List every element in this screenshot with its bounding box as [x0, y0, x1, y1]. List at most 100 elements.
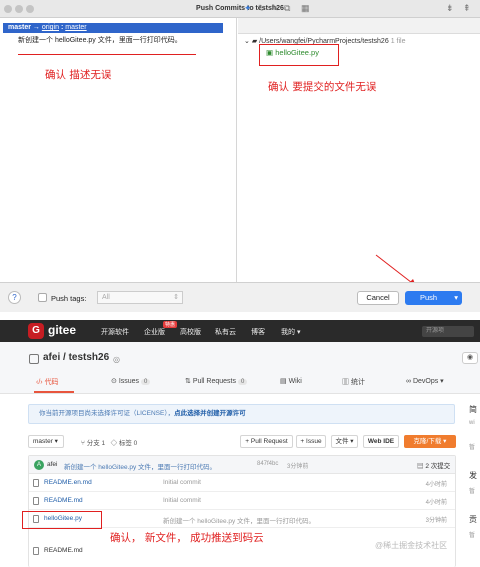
minimize-window-button[interactable]	[15, 5, 23, 13]
python-file-icon: ▣	[266, 48, 274, 57]
nav-mine[interactable]: 我的 ▾	[281, 327, 300, 337]
tag-icon: ◇	[110, 440, 118, 447]
new-pull-request-button[interactable]: + Pull Request	[240, 435, 293, 448]
nav-mine-label: 我的	[281, 329, 295, 336]
folder-icon: ▰	[251, 38, 258, 45]
repo-meta: ⑂ 分支 1 ◇ 标签 0	[81, 437, 137, 447]
cancel-button[interactable]: Cancel	[357, 291, 399, 305]
nav-opensource[interactable]: 开源软件	[101, 327, 129, 337]
nav-blog[interactable]: 博客	[251, 327, 265, 337]
caret-down-icon[interactable]: ▾	[454, 291, 458, 305]
local-branch: master	[8, 24, 31, 31]
tab-devops[interactable]: ∞ DevOps ▾	[406, 377, 444, 385]
web-ide-button[interactable]: Web IDE	[363, 435, 399, 448]
tab-wiki[interactable]: ▤ Wiki	[280, 377, 302, 385]
commit-item[interactable]: 新创建一个 helloGitee.py 文件，里面一行打印代码。	[18, 35, 182, 45]
file-commit-message[interactable]: Initial commit	[163, 497, 201, 504]
dialog-title: Push Commits to testsh26	[0, 0, 480, 18]
commit-author[interactable]: afei	[47, 461, 57, 468]
push-tags-label: Push tags:	[51, 294, 87, 303]
file-icon	[33, 479, 39, 487]
sidebar-intro-heading: 简	[469, 405, 477, 414]
file-time: 3分钟前	[425, 518, 447, 524]
visibility-icon: ◎	[113, 355, 120, 364]
push-tags-select[interactable]: All ⇕	[97, 291, 183, 304]
avatar[interactable]: A	[34, 460, 44, 470]
file-name[interactable]: README.md	[44, 497, 83, 504]
nav-education[interactable]: 高校版	[180, 327, 201, 337]
file-name[interactable]: README.md	[44, 547, 83, 554]
new-issue-button[interactable]: + Issue	[296, 435, 326, 448]
file-icon	[33, 497, 39, 505]
file-commit-message[interactable]: Initial commit	[163, 479, 201, 486]
issues-count: 0	[141, 379, 151, 385]
clone-download-button[interactable]: 克隆/下载 ▾	[404, 435, 456, 448]
expand-all-icon[interactable]: ⇟	[446, 3, 454, 14]
annotation-push-note: 确认， 新文件， 成功推送到码云	[110, 532, 264, 544]
gitee-logo-icon[interactable]: G	[28, 323, 44, 339]
close-window-button[interactable]	[4, 5, 12, 13]
sidebar-text: 暂	[469, 489, 476, 495]
active-tab-underline	[34, 391, 74, 393]
tab-stats[interactable]: ▥ 统计	[342, 377, 365, 387]
edit-icon[interactable]: ✎	[271, 3, 279, 14]
commit-message[interactable]: 新创建一个 helloGitee.py 文件，里面一行打印代码。	[64, 461, 216, 471]
annotation-box	[22, 511, 102, 529]
file-count: 1 file	[390, 38, 406, 45]
diff-icon[interactable]: ⧉	[284, 3, 290, 14]
tab-code[interactable]: ‹/› 代码	[36, 377, 59, 387]
annotation-commit-note: 确认 描述无误	[45, 69, 112, 81]
search-input[interactable]: 开源项	[422, 326, 474, 337]
branch-value: master	[33, 438, 53, 445]
file-commit-message[interactable]: 新创建一个 helloGitee.py 文件，里面一行打印代码。	[163, 515, 315, 525]
remote-name-link[interactable]: origin	[42, 24, 59, 31]
watch-button[interactable]: ◉	[462, 352, 478, 364]
repo-icon	[29, 354, 39, 364]
hot-badge: 特惠	[163, 321, 178, 328]
collapse-all-icon[interactable]: ⇞	[463, 3, 471, 14]
commit-hash[interactable]: 847f4bc	[257, 461, 278, 467]
gitee-logo-text[interactable]: gitee	[48, 323, 76, 337]
sidebar-contributors-heading: 贡	[469, 515, 477, 524]
watermark: @稀土掘金技术社区	[375, 541, 448, 550]
help-button[interactable]: ?	[8, 291, 21, 304]
table-row[interactable]: README.en.md Initial commit 4小时前	[29, 474, 455, 492]
target-branch-link[interactable]: master	[65, 24, 86, 31]
tags-count[interactable]: 标签 0	[119, 440, 137, 447]
changed-file-item[interactable]: ▣ helloGitee.py	[266, 48, 319, 57]
refresh-icon[interactable]: ↻	[258, 3, 266, 14]
changes-toolbar	[238, 18, 480, 34]
file-name[interactable]: README.en.md	[44, 479, 92, 486]
pin-icon[interactable]: ✦	[244, 3, 252, 14]
commit-count[interactable]: ▤ 2 次提交	[417, 460, 450, 470]
push-branch-row[interactable]: master → origin : master	[3, 23, 223, 33]
zoom-window-button[interactable]	[26, 5, 34, 13]
push-tags-checkbox[interactable]	[38, 293, 47, 302]
sidebar-release-heading: 发	[469, 471, 477, 480]
push-button[interactable]: Push ▾	[405, 291, 462, 305]
file-icon	[33, 547, 39, 555]
sidebar-text: wi	[469, 420, 475, 426]
commit-count-label: 2 次提交	[425, 463, 451, 470]
repo-name[interactable]: afei / testsh26	[43, 352, 109, 363]
table-row[interactable]: README.md Initial commit 4小时前	[29, 492, 455, 510]
nav-private-cloud[interactable]: 私有云	[215, 327, 236, 337]
branch-icon: ⑂	[81, 440, 85, 447]
commit-time: 3分钟前	[287, 464, 309, 470]
branch-select[interactable]: master ▾	[28, 435, 64, 448]
file-button[interactable]: 文件 ▾	[331, 435, 358, 448]
tab-code-label: 代码	[44, 379, 59, 386]
nav-enterprise[interactable]: 企业版	[144, 327, 165, 337]
chevron-down-icon[interactable]: ⌄	[244, 38, 250, 45]
clone-label: 克隆/下载	[413, 438, 442, 445]
repo-header	[0, 342, 480, 394]
branches-count[interactable]: 分支 1	[87, 440, 105, 447]
tab-issues[interactable]: ⊙ Issues 0	[111, 377, 151, 385]
file-time: 4小时前	[425, 482, 447, 488]
license-text: 你当前开源项目尚未选择许可证（LICENSE），	[39, 410, 175, 417]
group-icon[interactable]: ▦	[301, 3, 310, 14]
license-link[interactable]: 点此选择并创建开源许可	[174, 410, 246, 417]
tab-issues-label: Issues	[118, 378, 140, 385]
tab-pull-requests[interactable]: ⇅ Pull Requests 0	[185, 377, 248, 385]
separator: :	[60, 24, 64, 31]
